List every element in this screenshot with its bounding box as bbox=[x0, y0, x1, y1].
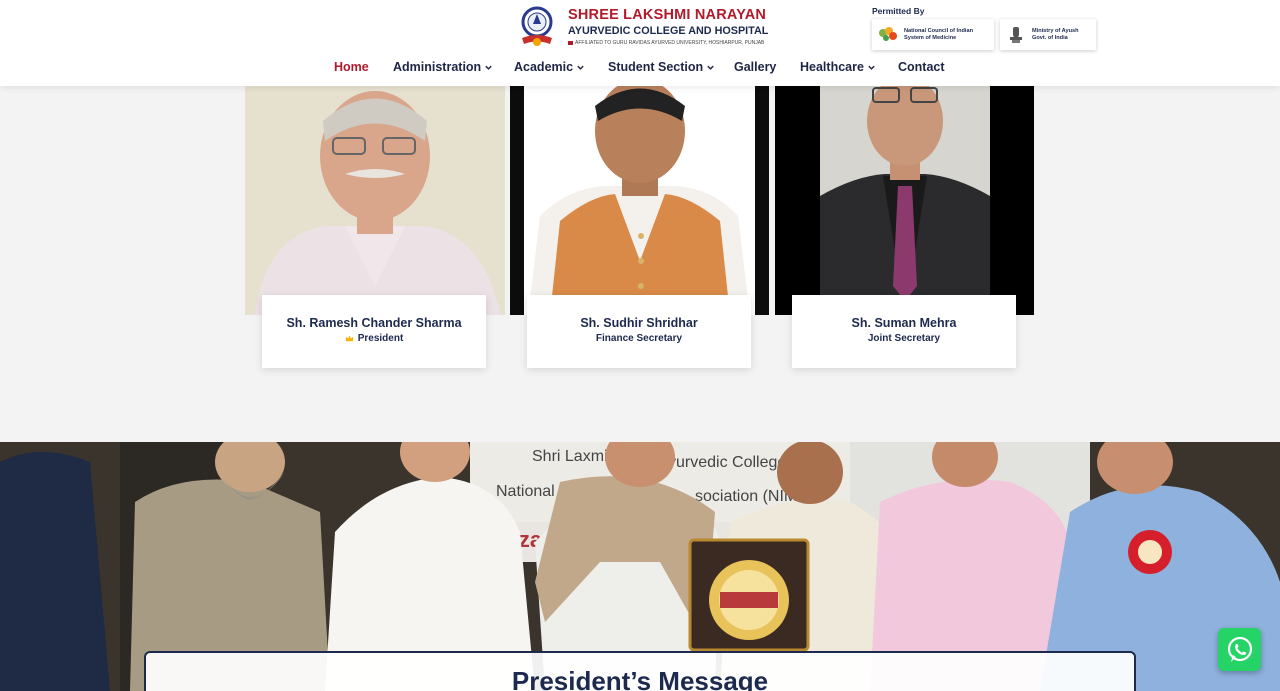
team-card-finance-secretary[interactable]: Sh. Sudhir Shridhar Finance Secretary bbox=[527, 295, 751, 368]
nav-gallery-label: Gallery bbox=[734, 60, 777, 74]
site-header: SHREE LAKSHMI NARAYAN AYURVEDIC COLLEGE … bbox=[0, 0, 1280, 86]
main-nav: Home Administration Academic Student Sec… bbox=[0, 60, 1280, 78]
whatsapp-icon bbox=[1227, 636, 1252, 662]
nav-home-label: Home bbox=[334, 60, 369, 74]
member-role-label: President bbox=[357, 333, 404, 344]
nav-gallery[interactable]: Gallery bbox=[734, 60, 776, 74]
member-role-label: Joint Secretary bbox=[867, 333, 941, 344]
permitted-by: Permitted By National Council of Indian S… bbox=[872, 6, 1096, 50]
banner-text-2: yurvedic College, bbox=[668, 454, 791, 471]
nav-administration-label: Administration bbox=[393, 60, 482, 74]
chevron-down-icon bbox=[707, 65, 714, 70]
ncism-badge[interactable]: National Council of Indian System of Medi… bbox=[872, 19, 994, 50]
chevron-down-icon bbox=[577, 65, 584, 70]
permitted-by-title: Permitted By bbox=[872, 6, 925, 16]
ayush-line1: Ministry of Ayush bbox=[1032, 27, 1079, 34]
member-name: Sh. Sudhir Shridhar bbox=[580, 316, 698, 330]
ncism-logo-icon bbox=[879, 26, 897, 41]
nav-academic-label: Academic bbox=[514, 60, 574, 74]
president-photo bbox=[245, 86, 505, 315]
member-role-label: Finance Secretary bbox=[595, 333, 683, 344]
nav-student-section-label: Student Section bbox=[608, 60, 704, 74]
banner-text-1: Shri Laxmi bbox=[532, 448, 608, 465]
team-card-president[interactable]: Sh. Ramesh Chander Sharma President bbox=[262, 295, 486, 368]
emblem-of-india-icon bbox=[1010, 26, 1022, 43]
joint-secretary-photo bbox=[775, 86, 1034, 315]
nav-home[interactable]: Home bbox=[334, 60, 369, 74]
nav-contact[interactable]: Contact bbox=[898, 60, 945, 74]
ncism-line1: National Council of Indian bbox=[904, 27, 973, 34]
nav-healthcare-label: Healthcare bbox=[800, 60, 864, 74]
member-name: Sh. Ramesh Chander Sharma bbox=[286, 316, 462, 330]
ayush-badge[interactable]: Ministry of Ayush Govt. of India bbox=[1000, 19, 1096, 50]
flag-icon bbox=[568, 41, 573, 45]
college-name-line1: SHREE LAKSHMI NARAYAN bbox=[568, 7, 767, 23]
nav-student-section[interactable]: Student Section bbox=[608, 60, 715, 74]
member-role: Finance Secretary bbox=[527, 333, 751, 344]
chevron-down-icon bbox=[485, 65, 492, 70]
college-emblem-icon bbox=[521, 6, 553, 46]
presidents-message-panel: President’s Message bbox=[144, 651, 1136, 691]
ncism-line2: System of Medicine bbox=[904, 34, 957, 41]
team-card-joint-secretary[interactable]: Sh. Suman Mehra Joint Secretary bbox=[792, 295, 1016, 368]
ayush-line2: Govt. of India bbox=[1032, 34, 1068, 41]
finance-secretary-photo bbox=[510, 86, 769, 315]
whatsapp-button[interactable] bbox=[1218, 628, 1261, 671]
nav-contact-label: Contact bbox=[898, 60, 945, 74]
member-role: Joint Secretary bbox=[792, 333, 1016, 344]
crown-icon bbox=[345, 335, 353, 342]
banner-text-4: sociation (NIM bbox=[695, 488, 797, 505]
college-logo[interactable]: SHREE LAKSHMI NARAYAN AYURVEDIC COLLEGE … bbox=[514, 4, 768, 52]
presidents-message-title: President’s Message bbox=[511, 666, 769, 691]
affiliation-text: AFFILIATED TO GURU RAVIDAS AYURVED UNIVE… bbox=[575, 40, 765, 46]
college-name-line2: AYURVEDIC COLLEGE AND HOSPITAL bbox=[568, 25, 769, 37]
college-affiliation: AFFILIATED TO GURU RAVIDAS AYURVED UNIVE… bbox=[568, 39, 768, 47]
nav-academic[interactable]: Academic bbox=[514, 60, 585, 74]
nav-healthcare[interactable]: Healthcare bbox=[800, 60, 876, 74]
chevron-down-icon bbox=[868, 65, 875, 70]
member-name: Sh. Suman Mehra bbox=[851, 316, 957, 330]
nav-administration[interactable]: Administration bbox=[393, 60, 493, 74]
member-role: President bbox=[262, 333, 486, 344]
